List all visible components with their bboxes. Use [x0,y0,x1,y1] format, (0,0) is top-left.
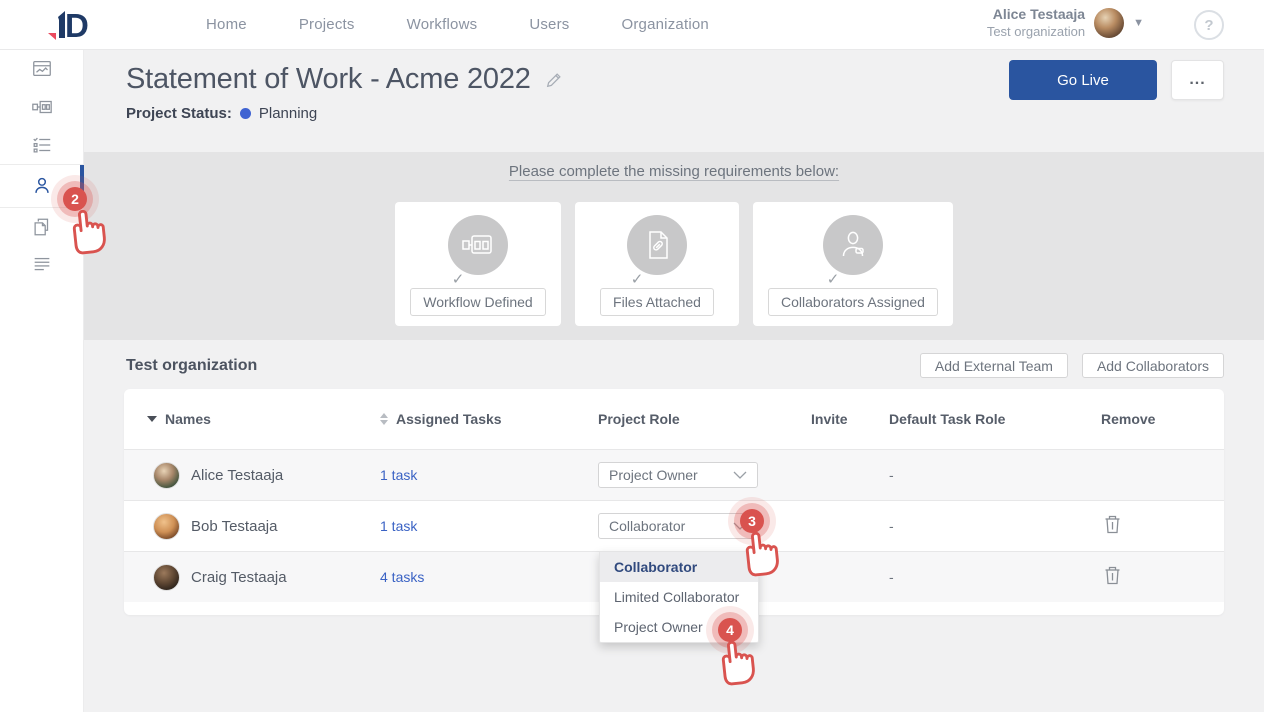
table-row: Bob Testaaja 1 task Collaborator - [124,500,1224,551]
col-remove: Remove [1101,411,1201,427]
requirement-card-collaborators: ✓ Collaborators Assigned [753,202,953,326]
requirements-heading: Please complete the missing requirements… [509,163,839,180]
organization-title: Test organization [126,357,257,375]
active-indicator-bar [80,165,84,207]
add-collaborators-button[interactable]: Add Collaborators [1082,353,1224,378]
col-names[interactable]: Names [147,411,380,427]
nav-workflows[interactable]: Workflows [407,16,478,33]
file-attach-icon [640,228,674,262]
col-project-role: Project Role [598,411,811,427]
sidebar-item-dashboard[interactable] [0,50,83,88]
add-external-team-button[interactable]: Add External Team [920,353,1068,378]
dashboard-icon [31,58,53,80]
assigned-tasks-link[interactable]: 4 tasks [380,569,424,585]
users-icon [31,175,53,197]
requirement-label: Files Attached [600,288,714,316]
table-row: Alice Testaaja 1 task Project Owner - [124,449,1224,500]
chevron-down-icon[interactable]: ▼ [1133,17,1144,29]
page-title: Statement of Work - Acme 2022 [126,63,531,96]
remove-cell [1101,515,1201,537]
workflow-icon [31,96,53,118]
avatar [153,564,180,591]
collaborator-name: Alice Testaaja [191,467,283,484]
chevron-down-icon [733,471,747,479]
check-icon: ✓ [733,275,933,285]
requirements-banner: Please complete the missing requirements… [84,152,1264,340]
project-status: Project Status: Planning [126,105,1264,122]
default-task-role-value: - [889,467,894,483]
help-button[interactable]: ? [1194,10,1224,40]
go-live-button[interactable]: Go Live [1009,60,1157,100]
sidebar-item-workflows[interactable] [0,88,83,126]
sort-icon [380,413,388,425]
nav-organization[interactable]: Organization [621,16,708,33]
avatar [153,462,180,489]
collaborator-name: Bob Testaaja [191,518,277,535]
table-header-row: Names Assigned Tasks Project Role Invite… [124,389,1224,449]
user-organization: Test organization [987,23,1085,40]
requirement-card-files: ✓ Files Attached [575,202,739,326]
edit-title-icon[interactable] [545,71,563,89]
nav-home[interactable]: Home [206,16,247,33]
main-nav: Home Projects Workflows Users Organizati… [206,16,709,33]
project-role-select[interactable]: Project Owner [598,462,758,488]
checklist-icon [31,134,53,156]
status-dot-icon [240,108,251,119]
main-content: Statement of Work - Acme 2022 Project St… [84,50,1264,712]
user-name: Alice Testaaja [987,6,1085,23]
sidebar-item-collaborators[interactable] [0,164,83,208]
nav-users[interactable]: Users [529,16,569,33]
remove-cell [1101,566,1201,588]
workflow-icon [461,228,495,262]
requirement-label: Workflow Defined [410,288,545,316]
trash-icon[interactable] [1104,515,1121,534]
notes-icon [31,254,53,276]
left-sidebar [0,50,84,712]
status-label: Project Status: [126,105,232,122]
sidebar-item-tasks[interactable] [0,126,83,164]
requirement-card-workflow: ✓ Workflow Defined [395,202,561,326]
collaborators-table: Names Assigned Tasks Project Role Invite… [124,389,1224,615]
trash-icon[interactable] [1104,566,1121,585]
top-navigation-bar: D Home Projects Workflows Users Organiza… [0,0,1264,50]
user-menu[interactable]: Alice Testaaja Test organization ▼ [987,6,1144,40]
default-task-role-value: - [889,518,894,534]
project-role-select[interactable]: Collaborator [598,513,758,539]
sidebar-item-activity[interactable] [0,246,83,284]
chevron-down-icon [733,522,747,530]
sidebar-item-files[interactable] [0,208,83,246]
collaborator-icon [836,228,870,262]
documents-icon [31,216,53,238]
svg-text:D: D [65,7,88,43]
collaborators-section: Test organization Add External Team Add … [84,340,1264,712]
col-invite: Invite [811,411,889,427]
nav-projects[interactable]: Projects [299,16,355,33]
app-logo[interactable]: D [44,7,88,43]
avatar [153,513,180,540]
collaborator-name: Craig Testaaja [191,569,287,586]
assigned-tasks-link[interactable]: 1 task [380,467,417,483]
col-assigned-tasks[interactable]: Assigned Tasks [380,411,598,427]
requirement-label: Collaborators Assigned [768,288,938,316]
assigned-tasks-link[interactable]: 1 task [380,518,417,534]
project-role-dropdown-menu: Collaborator Limited Collaborator Projec… [599,551,759,643]
sort-desc-icon [147,416,157,422]
status-value: Planning [259,105,317,122]
question-mark-icon: ? [1204,17,1213,34]
dropdown-option-limited-collaborator[interactable]: Limited Collaborator [600,582,758,612]
dropdown-option-collaborator[interactable]: Collaborator [600,552,758,582]
dropdown-option-project-owner[interactable]: Project Owner [600,612,758,642]
default-task-role-value: - [889,569,894,585]
more-options-button[interactable]: ... [1171,60,1224,100]
check-icon: ✓ [555,275,719,285]
user-avatar[interactable] [1094,8,1124,38]
col-default-task-role: Default Task Role [889,411,1101,427]
page-header: Statement of Work - Acme 2022 Project St… [84,50,1264,152]
check-icon: ✓ [375,275,541,285]
